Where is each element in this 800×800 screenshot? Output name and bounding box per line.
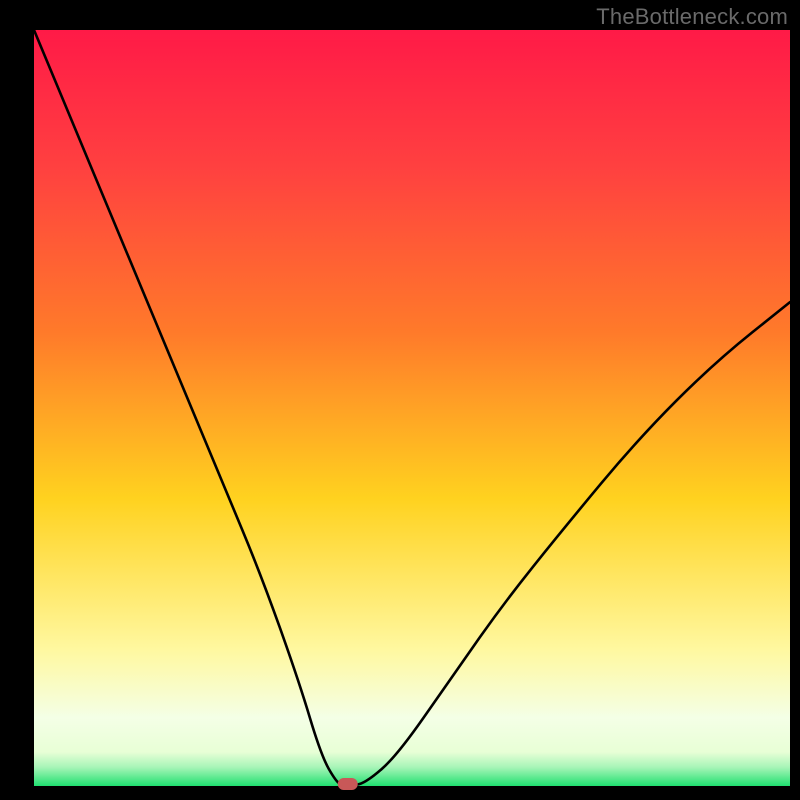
bottleneck-chart: [0, 0, 800, 800]
gradient-background: [34, 30, 790, 786]
chart-frame: TheBottleneck.com: [0, 0, 800, 800]
optimal-point-marker: [338, 778, 358, 790]
watermark-text: TheBottleneck.com: [596, 4, 788, 30]
